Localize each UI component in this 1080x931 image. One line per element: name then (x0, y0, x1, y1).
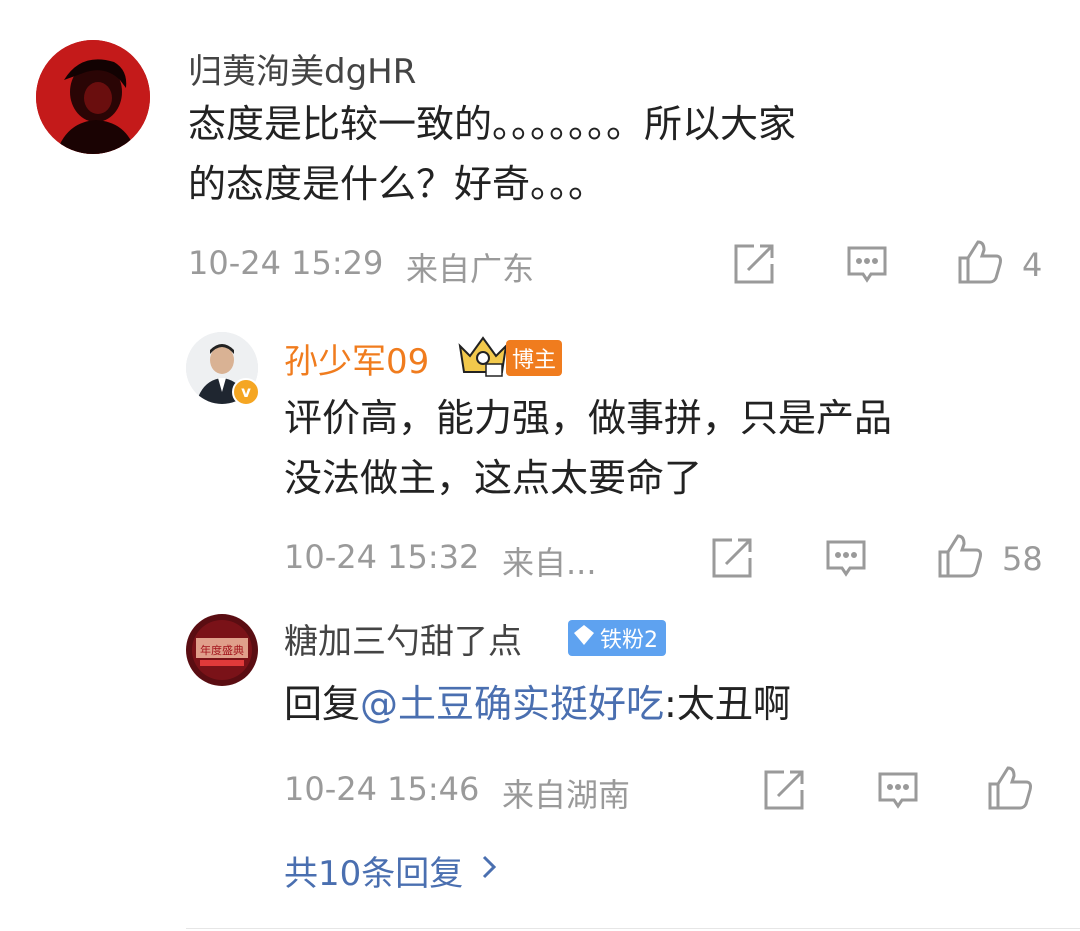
diamond-icon (572, 623, 596, 653)
reply-location-1: 来自... (502, 544, 597, 582)
comment-text-line-1: 态度是比较一致的。。。。。。。所以大家 (188, 102, 797, 146)
mention-link[interactable]: @土豆确实挺好吃 (360, 682, 664, 726)
svg-text:年度盛典: 年度盛典 (200, 643, 244, 657)
username-3[interactable]: 糖加三勺甜了点 (284, 614, 522, 663)
reply-location-2: 来自湖南 (502, 776, 631, 814)
share-icon[interactable] (710, 536, 754, 580)
thumbs-up-icon[interactable] (936, 532, 984, 580)
username-2[interactable]: 孙少军09 (284, 334, 429, 383)
chevron-right-icon (479, 851, 499, 891)
share-icon[interactable] (762, 768, 806, 812)
like-count-2: 58 (1002, 540, 1043, 578)
comment-location-1: 来自广东 (406, 250, 535, 288)
reply-prefix: 回复 (284, 682, 361, 726)
comment-icon[interactable] (845, 242, 889, 286)
divider (186, 928, 1080, 929)
reply-time-2: 10-24 15:46 (284, 770, 480, 808)
fan-badge: 铁粉2 (568, 620, 666, 656)
thumbs-up-icon[interactable] (986, 764, 1034, 812)
more-replies-label: 共10条回复 (284, 854, 464, 894)
reply-text-line-1: 评价高，能力强，做事拼，只是产品 (284, 396, 893, 440)
comment-icon[interactable] (876, 768, 920, 812)
share-icon[interactable] (732, 242, 776, 286)
reply-time-1: 10-24 15:32 (284, 538, 480, 576)
avatar-user-3[interactable]: 年度盛典 (186, 614, 258, 686)
username-1[interactable]: 归荑洵美dgHR (188, 44, 416, 93)
reply-text-line-2: 没法做主，这点太要命了 (284, 456, 703, 500)
view-more-replies-link[interactable]: 共10条回复 (284, 846, 499, 895)
fan-badge-label: 铁粉2 (600, 628, 658, 653)
reply-text-2: 回复@土豆确实挺好吃:太丑啊 (284, 674, 791, 734)
verified-v-icon: v (232, 378, 260, 406)
blogger-badge: 博主 (506, 340, 563, 376)
thumbs-up-icon[interactable] (956, 238, 1004, 286)
avatar-user-1[interactable] (36, 40, 150, 154)
comment-icon[interactable] (824, 536, 868, 580)
comment-time-1: 10-24 15:29 (188, 244, 384, 282)
like-count-1: 4 (1022, 246, 1043, 284)
crown-icon (456, 334, 510, 382)
reply-suffix: :太丑啊 (664, 682, 791, 726)
comment-text-line-2: 的态度是什么？好奇。。。 (188, 162, 607, 206)
